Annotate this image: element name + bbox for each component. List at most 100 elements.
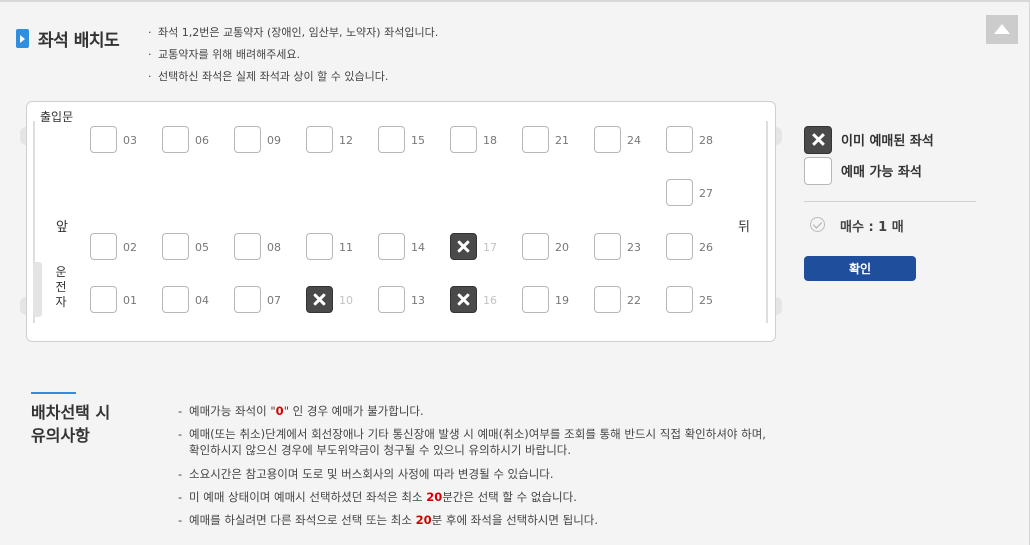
seat-22[interactable] bbox=[594, 286, 621, 313]
seat-number: 25 bbox=[699, 294, 713, 307]
seat-number: 10 bbox=[339, 294, 353, 307]
seat-number: 23 bbox=[627, 241, 641, 254]
caution-item: 예매가능 좌석이 "0" 인 경우 예매가 불가합니다. bbox=[178, 403, 766, 419]
seat-23[interactable] bbox=[594, 233, 621, 260]
seat-number: 01 bbox=[123, 294, 137, 307]
seat-18[interactable] bbox=[450, 126, 477, 153]
caution-highlight: 20 bbox=[426, 490, 443, 504]
seat-number: 16 bbox=[483, 294, 497, 307]
confirm-button[interactable]: 확인 bbox=[804, 256, 916, 281]
arrow-right-icon bbox=[16, 29, 29, 48]
available-seat-legend-label: 예매 가능 좌석 bbox=[841, 165, 922, 180]
seat-number: 17 bbox=[483, 241, 497, 254]
caution-text: 예매(또는 취소)단계에서 회선장애나 기타 통신장애 발생 시 예매(취소)여… bbox=[189, 427, 766, 441]
section-title: 좌석 배치도 bbox=[16, 26, 120, 51]
seat-number: 28 bbox=[699, 134, 713, 147]
seat-07[interactable] bbox=[234, 286, 261, 313]
seat-number: 22 bbox=[627, 294, 641, 307]
seat-number: 07 bbox=[267, 294, 281, 307]
seat-01[interactable] bbox=[90, 286, 117, 313]
caution-text: 미 예매 상태이며 예매시 선택하셨던 좌석은 최소 bbox=[189, 490, 427, 504]
caution-accent-line bbox=[31, 392, 76, 394]
caution-title: 배차선택 시 유의사항 bbox=[31, 401, 110, 447]
seat-number: 27 bbox=[699, 187, 713, 200]
note-item: 좌석 1,2번은 교통약자 (장애인, 임산부, 노약자) 좌석입니다. bbox=[148, 25, 438, 47]
seat-number: 11 bbox=[339, 241, 353, 254]
caution-text: 확인하시지 않으신 경우에 부도위약금이 청구될 수 있으니 유의하시기 바랍니… bbox=[189, 443, 572, 457]
note-item: 교통약자를 위해 배려해주세요. bbox=[148, 47, 438, 69]
seat-number: 15 bbox=[411, 134, 425, 147]
seat-15[interactable] bbox=[378, 126, 405, 153]
caution-item: 예매(또는 취소)단계에서 회선장애나 기타 통신장애 발생 시 예매(취소)여… bbox=[178, 426, 766, 458]
seat-number: 14 bbox=[411, 241, 425, 254]
seat-number: 05 bbox=[195, 241, 209, 254]
seat-number: 04 bbox=[195, 294, 209, 307]
scroll-to-top-button[interactable] bbox=[986, 15, 1018, 44]
caution-title-line2: 유의사항 bbox=[31, 426, 90, 445]
seat-number: 26 bbox=[699, 241, 713, 254]
booked-seat-legend-label: 이미 예매된 좌석 bbox=[841, 134, 934, 149]
map-right-wall bbox=[766, 121, 768, 323]
seat-notes: 좌석 1,2번은 교통약자 (장애인, 임산부, 노약자) 좌석입니다. 교통약… bbox=[148, 25, 438, 91]
seat-number: 24 bbox=[627, 134, 641, 147]
back-label: 뒤 bbox=[738, 220, 750, 235]
seat-21[interactable] bbox=[522, 126, 549, 153]
seat-19[interactable] bbox=[522, 286, 549, 313]
driver-label: 운전자 bbox=[55, 265, 67, 309]
caution-highlight: 0 bbox=[275, 404, 284, 418]
caution-title-line1: 배차선택 시 bbox=[31, 403, 111, 422]
seat-number: 12 bbox=[339, 134, 353, 147]
caution-item: 소요시간은 참고용이며 도로 및 버스회사의 사정에 따라 변경될 수 있습니다… bbox=[178, 466, 766, 482]
seat-number: 21 bbox=[555, 134, 569, 147]
seat-05[interactable] bbox=[162, 233, 189, 260]
seat-number: 08 bbox=[267, 241, 281, 254]
seat-number: 20 bbox=[555, 241, 569, 254]
booked-seat-legend-icon bbox=[804, 126, 832, 154]
seat-27[interactable] bbox=[666, 179, 693, 206]
seat-03[interactable] bbox=[90, 126, 117, 153]
seat-16 bbox=[450, 286, 477, 313]
seat-number: 02 bbox=[123, 241, 137, 254]
seat-number: 03 bbox=[123, 134, 137, 147]
legend-divider bbox=[804, 201, 976, 202]
seat-20[interactable] bbox=[522, 233, 549, 260]
seat-26[interactable] bbox=[666, 233, 693, 260]
seat-28[interactable] bbox=[666, 126, 693, 153]
seat-08[interactable] bbox=[234, 233, 261, 260]
seat-number: 06 bbox=[195, 134, 209, 147]
seat-17 bbox=[450, 233, 477, 260]
caution-highlight: 20 bbox=[415, 513, 432, 527]
entrance-label: 출입문 bbox=[40, 110, 74, 124]
caution-text: 분간은 선택 할 수 없습니다. bbox=[442, 490, 577, 504]
caution-item: 예매를 하실려면 다른 좌석으로 선택 또는 최소 20분 후에 좌석을 선택하… bbox=[178, 512, 766, 528]
available-seat-legend-icon bbox=[804, 157, 832, 185]
caution-item: 미 예매 상태이며 예매시 선택하셨던 좌석은 최소 20분간은 선택 할 수 … bbox=[178, 489, 766, 505]
seat-10 bbox=[306, 286, 333, 313]
seat-number: 09 bbox=[267, 134, 281, 147]
note-item: 선택하신 좌석은 실제 좌석과 상이 할 수 있습니다. bbox=[148, 69, 438, 91]
seat-number: 19 bbox=[555, 294, 569, 307]
seat-25[interactable] bbox=[666, 286, 693, 313]
caution-text: " 인 경우 예매가 불가합니다. bbox=[283, 404, 424, 418]
seat-12[interactable] bbox=[306, 126, 333, 153]
seat-number: 13 bbox=[411, 294, 425, 307]
seat-09[interactable] bbox=[234, 126, 261, 153]
caution-text: 예매가능 좌석이 " bbox=[189, 404, 276, 418]
ticket-count: 매수 : 1 매 bbox=[840, 220, 904, 235]
caution-text: 분 후에 좌석을 선택하시면 됩니다. bbox=[431, 513, 599, 527]
check-circle-icon bbox=[810, 217, 825, 232]
page-title: 좌석 배치도 bbox=[38, 31, 120, 51]
front-label: 앞 bbox=[56, 220, 68, 235]
caution-list: 예매가능 좌석이 "0" 인 경우 예매가 불가합니다. 예매(또는 취소)단계… bbox=[178, 403, 766, 535]
seat-number: 18 bbox=[483, 134, 497, 147]
driver-area bbox=[33, 262, 42, 317]
top-border bbox=[0, 0, 1030, 2]
caution-text: 예매를 하실려면 다른 좌석으로 선택 또는 최소 bbox=[189, 513, 416, 527]
seat-06[interactable] bbox=[162, 126, 189, 153]
seat-11[interactable] bbox=[306, 233, 333, 260]
seat-04[interactable] bbox=[162, 286, 189, 313]
seat-02[interactable] bbox=[90, 233, 117, 260]
seat-14[interactable] bbox=[378, 233, 405, 260]
seat-13[interactable] bbox=[378, 286, 405, 313]
seat-24[interactable] bbox=[594, 126, 621, 153]
